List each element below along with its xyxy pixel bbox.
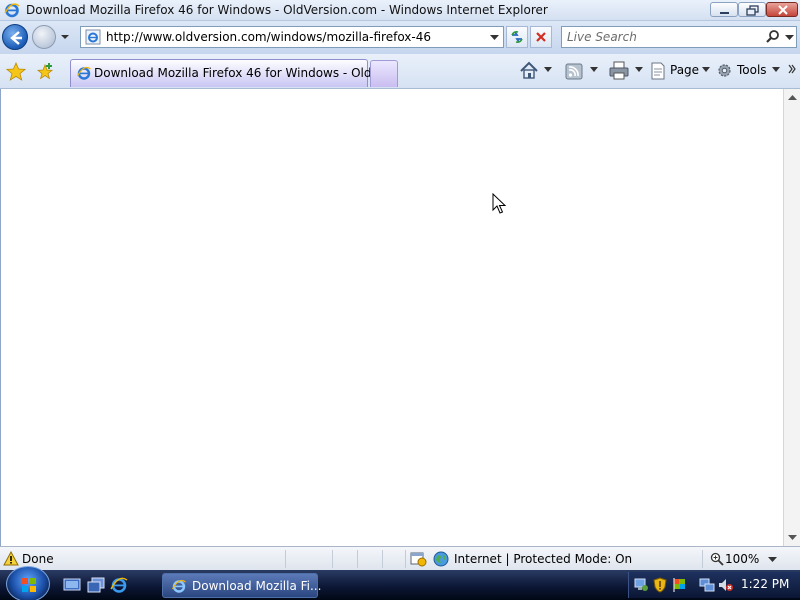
status-text: Done [22, 552, 54, 566]
search-box[interactable] [561, 26, 797, 48]
search-input[interactable] [562, 27, 762, 47]
page-content[interactable] [0, 89, 783, 546]
status-bar: Done Internet | Protected Mode: On 100% [0, 546, 800, 570]
history-dropdown-icon[interactable] [61, 33, 69, 41]
zoom-icon[interactable] [710, 552, 724, 566]
gear-icon [718, 64, 731, 77]
address-dropdown-icon[interactable] [490, 34, 499, 41]
ie-page-icon [171, 579, 186, 593]
feeds-dropdown-icon[interactable] [590, 67, 598, 73]
zoom-level[interactable]: 100% [725, 552, 759, 566]
window-title: Download Mozilla Firefox 46 for Windows … [26, 3, 548, 17]
title-bar: Download Mozilla Firefox 46 for Windows … [0, 0, 800, 21]
refresh-button[interactable] [506, 26, 528, 48]
page-icon [651, 62, 665, 80]
close-window-button[interactable] [766, 2, 798, 17]
security-shield-icon[interactable] [652, 577, 668, 593]
minimize-button[interactable] [710, 2, 738, 17]
refresh-icon [511, 31, 523, 43]
flag-icon[interactable] [671, 577, 687, 593]
popup-blocker-icon[interactable] [410, 551, 427, 567]
restore-button[interactable] [738, 2, 766, 17]
address-url[interactable]: http://www.oldversion.com/windows/mozill… [106, 30, 431, 44]
status-divider [702, 550, 703, 568]
system-tray: 1:22 PM [628, 572, 800, 598]
tools-dropdown-icon [772, 67, 780, 72]
volume-muted-icon[interactable] [718, 577, 734, 593]
new-tab-button[interactable] [370, 60, 398, 87]
mouse-cursor-icon [492, 193, 507, 214]
clock[interactable]: 1:22 PM [741, 577, 789, 591]
start-button[interactable] [6, 566, 50, 600]
internet-explorer-icon[interactable] [110, 576, 128, 594]
stop-button[interactable] [530, 26, 552, 48]
back-button[interactable] [2, 24, 28, 50]
forward-button[interactable] [32, 25, 56, 49]
scroll-up-icon[interactable] [788, 95, 797, 101]
feeds-icon[interactable] [564, 60, 584, 82]
switch-windows-icon[interactable] [87, 576, 105, 594]
close-icon [778, 5, 788, 15]
security-zone-text: Internet | Protected Mode: On [454, 552, 633, 566]
home-icon[interactable] [519, 60, 539, 82]
status-divider [405, 550, 406, 568]
internet-globe-icon[interactable] [433, 551, 449, 567]
status-divider [357, 550, 358, 568]
windows-logo-icon [22, 578, 36, 592]
tab-bar: Download Mozilla Firefox 46 for Windows … [0, 54, 800, 89]
page-menu-label: Page [670, 63, 700, 77]
address-bar[interactable]: http://www.oldversion.com/windows/mozill… [80, 26, 504, 48]
ie-icon [4, 3, 20, 18]
minimize-icon [720, 12, 729, 14]
print-icon[interactable] [608, 60, 630, 82]
vertical-scrollbar[interactable] [783, 89, 800, 546]
favorites-star-icon[interactable] [6, 62, 26, 82]
search-icon[interactable] [765, 29, 781, 45]
network-icon[interactable] [699, 577, 715, 593]
tab-active[interactable]: Download Mozilla Firefox 46 for Windows … [70, 59, 390, 87]
tools-menu-label: Tools [737, 63, 767, 77]
ie-page-icon [85, 29, 101, 45]
stop-icon [536, 32, 546, 42]
scroll-down-icon[interactable] [788, 534, 797, 540]
status-divider [382, 550, 383, 568]
search-options-dropdown-icon[interactable] [785, 34, 794, 41]
add-favorite-icon[interactable] [35, 62, 55, 82]
status-divider [285, 550, 286, 568]
zoom-dropdown-icon[interactable] [768, 557, 777, 563]
show-desktop-icon[interactable] [63, 576, 81, 594]
navigation-bar: http://www.oldversion.com/windows/mozill… [0, 21, 800, 54]
page-dropdown-icon [702, 67, 710, 72]
network-activity-icon[interactable] [633, 577, 649, 593]
warning-icon [3, 551, 19, 566]
taskbar-window-button[interactable]: Download Mozilla Fi... [162, 573, 322, 598]
tab-label: Download Mozilla Firefox 46 for Windows … [94, 66, 390, 80]
taskbar-window-label: Download Mozilla Fi... [192, 579, 322, 593]
home-dropdown-icon[interactable] [544, 67, 552, 73]
tools-menu-button[interactable]: Tools [716, 60, 782, 82]
ie-page-icon [76, 66, 91, 80]
taskbar: Download Mozilla Fi... 1:22 PM [0, 566, 800, 600]
chevron-right-icon[interactable] [788, 64, 796, 74]
back-arrow-icon [10, 31, 22, 45]
status-divider [332, 550, 333, 568]
restore-icon [746, 5, 759, 16]
page-menu-button[interactable]: Page [650, 60, 712, 82]
print-dropdown-icon[interactable] [635, 67, 643, 73]
